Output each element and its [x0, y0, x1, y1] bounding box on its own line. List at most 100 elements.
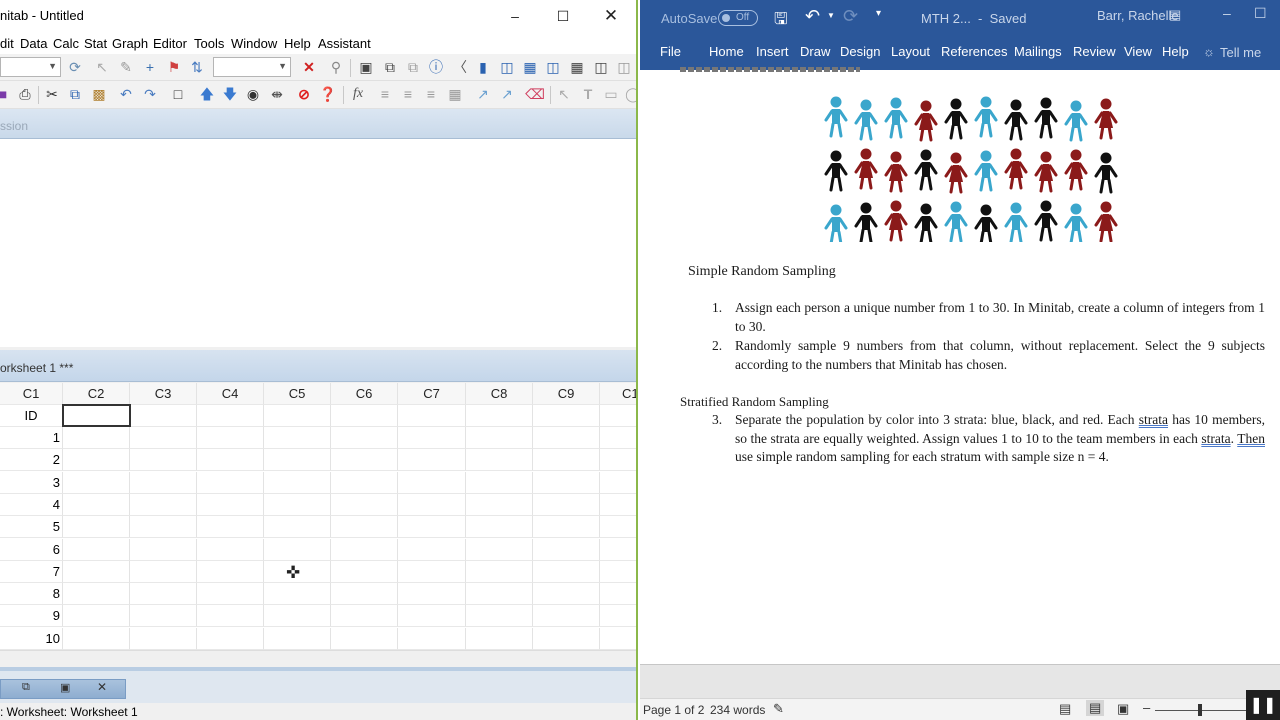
data-cell[interactable]: [466, 538, 533, 561]
data-cell[interactable]: [331, 471, 398, 494]
data-cell[interactable]: [264, 627, 331, 650]
data-cell[interactable]: [600, 427, 636, 449]
data-cell[interactable]: [197, 427, 264, 449]
column-header[interactable]: C6: [331, 383, 398, 405]
data-cell[interactable]: [197, 560, 264, 583]
data-cell[interactable]: [600, 472, 636, 494]
brush-icon[interactable]: ✎: [117, 58, 135, 76]
data-cell[interactable]: [63, 605, 130, 628]
column-name-cell[interactable]: [533, 405, 600, 427]
data-cell[interactable]: [600, 516, 636, 539]
restore-icon[interactable]: ⧉: [22, 681, 30, 694]
tab-design[interactable]: Design: [840, 44, 880, 59]
column-name-cell[interactable]: [264, 405, 331, 427]
data-cell[interactable]: [533, 516, 600, 539]
replace-icon[interactable]: ⇼: [268, 85, 286, 103]
data-cell[interactable]: [533, 560, 600, 583]
row-id-cell[interactable]: 2: [0, 449, 63, 472]
close-button[interactable]: ✕: [588, 0, 634, 32]
data-cell[interactable]: [533, 538, 600, 561]
data-cell[interactable]: [398, 493, 466, 516]
redo-icon[interactable]: ↷: [141, 85, 159, 103]
data-cell[interactable]: [466, 583, 533, 606]
tab-draw[interactable]: Draw: [800, 44, 830, 59]
data-cell[interactable]: [264, 427, 331, 449]
data-cell[interactable]: [130, 516, 197, 539]
formula-icon[interactable]: fx: [349, 85, 367, 103]
data-cell[interactable]: [533, 627, 600, 650]
data-cell[interactable]: [398, 471, 466, 494]
data-cell[interactable]: [466, 427, 533, 449]
grammar-flagged-word[interactable]: strata: [1201, 431, 1230, 446]
cancel-icon[interactable]: ⊘: [295, 85, 313, 103]
data-cell[interactable]: [331, 449, 398, 472]
data-cell[interactable]: [331, 605, 398, 628]
pointer-icon[interactable]: ↖: [93, 58, 111, 76]
column-name-cell[interactable]: [466, 405, 533, 427]
data-cell[interactable]: [600, 605, 636, 628]
data-cell[interactable]: [264, 493, 331, 516]
data-cell[interactable]: [197, 538, 264, 561]
undo-dropdown-icon[interactable]: ▼: [827, 11, 835, 20]
user-name[interactable]: Barr, Rachelle: [1097, 8, 1179, 23]
column-header[interactable]: C2: [63, 383, 130, 405]
maximize-button[interactable]: ☐: [1254, 5, 1267, 22]
column-name-cell[interactable]: [600, 405, 636, 427]
swap-icon[interactable]: ⇅: [188, 58, 206, 76]
row-tool-icon[interactable]: ≡: [422, 85, 440, 103]
web-layout-icon[interactable]: ▣: [1117, 701, 1129, 717]
column-header[interactable]: C9: [533, 383, 600, 405]
data-cell[interactable]: [197, 449, 264, 472]
data-cell[interactable]: [398, 449, 466, 472]
row-id-cell[interactable]: 6: [0, 538, 63, 561]
data-cell[interactable]: [130, 449, 197, 472]
data-cell[interactable]: [600, 628, 636, 650]
toolbar-combo-1[interactable]: ▼: [0, 57, 61, 77]
data-cell[interactable]: [63, 449, 130, 472]
data-cell[interactable]: [331, 427, 398, 449]
zoom-slider-thumb[interactable]: [1198, 704, 1202, 716]
panes-icon[interactable]: ◫: [592, 58, 610, 76]
tab-mailings[interactable]: Mailings: [1014, 44, 1062, 59]
graph-window-icon[interactable]: ▣: [357, 58, 375, 76]
info-icon[interactable]: ⓘ: [427, 58, 445, 76]
row-id-cell[interactable]: 9: [0, 605, 63, 628]
column-name-cell[interactable]: [398, 405, 466, 427]
horizontal-scrollbar[interactable]: [0, 650, 636, 667]
undo-icon[interactable]: ↶: [805, 6, 820, 27]
cascade-icon[interactable]: ⧉: [404, 58, 422, 76]
data-cell[interactable]: [130, 493, 197, 516]
print-icon[interactable]: ⎙: [16, 85, 34, 103]
data-cell[interactable]: [63, 471, 130, 494]
data-cell[interactable]: [130, 538, 197, 561]
data-cell[interactable]: [466, 471, 533, 494]
scatter-icon[interactable]: ↗: [474, 85, 492, 103]
column-name-cell[interactable]: ID: [0, 405, 63, 427]
eraser-icon[interactable]: ⌫: [525, 85, 545, 103]
binoculars-icon[interactable]: ◉: [244, 85, 262, 103]
data-cell[interactable]: [466, 560, 533, 583]
data-cell[interactable]: [600, 539, 636, 561]
data-cell[interactable]: [533, 427, 600, 449]
data-cell[interactable]: [600, 561, 636, 583]
data-cell[interactable]: [533, 449, 600, 472]
data-cell[interactable]: [130, 583, 197, 606]
cut-icon[interactable]: ✂: [43, 85, 61, 103]
data-cell[interactable]: [63, 516, 130, 539]
grammar-flagged-word[interactable]: Then: [1237, 431, 1265, 446]
data-cell[interactable]: [398, 427, 466, 449]
data-cell[interactable]: [63, 427, 130, 449]
data-cell[interactable]: [533, 583, 600, 606]
row-id-cell[interactable]: 8: [0, 583, 63, 606]
tab-view[interactable]: View: [1124, 44, 1152, 59]
read-mode-icon[interactable]: ▤: [1059, 701, 1071, 717]
ribbon-display-icon[interactable]: ▤: [1169, 7, 1181, 23]
data-cell[interactable]: [197, 471, 264, 494]
save-icon[interactable]: 🖫: [774, 8, 788, 35]
data-cell[interactable]: [197, 605, 264, 628]
menu-window[interactable]: Window: [231, 36, 277, 51]
data-cell[interactable]: [398, 560, 466, 583]
data-cell[interactable]: [63, 493, 130, 516]
tab-references[interactable]: References: [941, 44, 1007, 59]
undo-icon[interactable]: ↶: [117, 85, 135, 103]
